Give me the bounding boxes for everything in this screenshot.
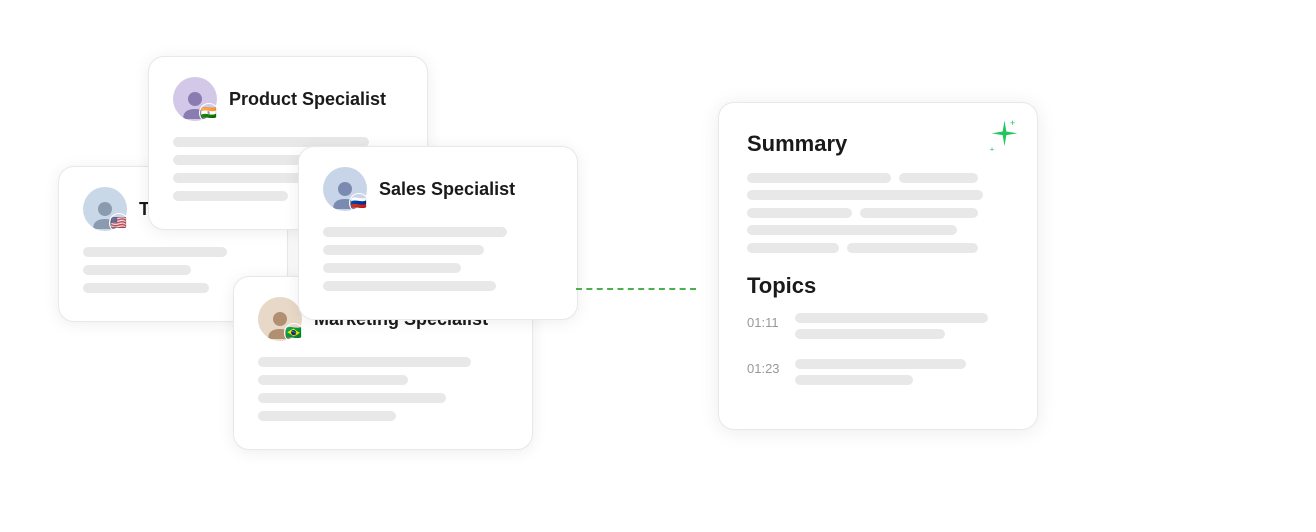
skeleton (258, 393, 446, 403)
summary-skeletons (747, 173, 1009, 253)
summary-panel: + + Summary Topics 01:11 (718, 102, 1038, 430)
sales-specialist-card[interactable]: 🇷🇺 Sales Specialist (298, 146, 578, 320)
topic-1-lines (795, 313, 1009, 347)
skeleton (323, 263, 461, 273)
skeleton (323, 281, 496, 291)
topic-row-1: 01:11 (747, 313, 1009, 347)
skeleton (323, 245, 484, 255)
topic-row-2: 01:23 (747, 359, 1009, 393)
sales-title: Sales Specialist (379, 179, 515, 200)
topics-title: Topics (747, 273, 1009, 299)
product-avatar: 🇮🇳 (173, 77, 217, 121)
svg-text:+: + (1010, 118, 1015, 128)
skeleton (323, 227, 507, 237)
skeleton (258, 411, 396, 421)
team-lead-avatar: 🇺🇸 (83, 187, 127, 231)
skeleton (173, 191, 288, 201)
scene: 🇺🇸 Team Lead 🇮🇳 (58, 26, 1258, 506)
product-header: 🇮🇳 Product Specialist (173, 77, 403, 121)
svg-text:+: + (990, 145, 994, 154)
sales-flag: 🇷🇺 (349, 193, 369, 213)
product-title: Product Specialist (229, 89, 386, 110)
sales-header: 🇷🇺 Sales Specialist (323, 167, 553, 211)
connector-line (576, 288, 696, 290)
topic-2-lines (795, 359, 1009, 393)
skeleton (258, 357, 471, 367)
topic-2-time: 01:23 (747, 361, 783, 376)
topic-1-time: 01:11 (747, 315, 783, 330)
team-lead-flag: 🇺🇸 (109, 213, 129, 233)
skeleton (83, 247, 227, 257)
sales-avatar: 🇷🇺 (323, 167, 367, 211)
marketing-avatar: 🇧🇷 (258, 297, 302, 341)
cards-area: 🇺🇸 Team Lead 🇮🇳 (58, 36, 678, 496)
skeleton (83, 265, 191, 275)
skeleton (258, 375, 408, 385)
marketing-flag: 🇧🇷 (284, 323, 304, 343)
summary-title: Summary (747, 131, 1009, 157)
sparkle-icon: + + (977, 115, 1021, 159)
skeleton (83, 283, 209, 293)
product-flag: 🇮🇳 (199, 103, 219, 123)
